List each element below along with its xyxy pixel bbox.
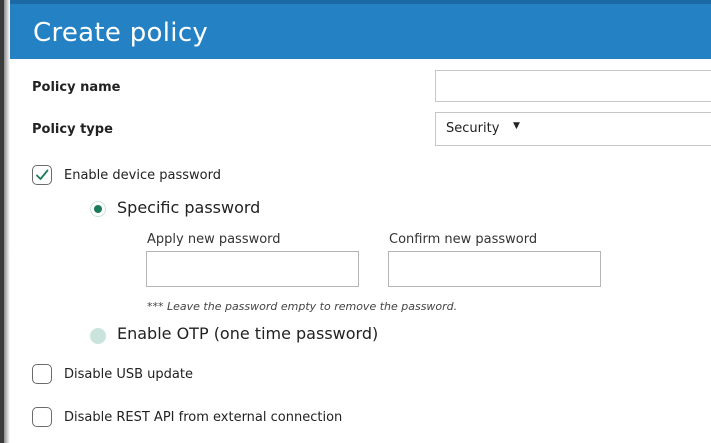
- confirm-password-input[interactable]: [388, 251, 601, 287]
- disable-rest-api-checkbox[interactable]: [32, 407, 52, 427]
- policy-type-select[interactable]: Security ▼: [435, 112, 711, 146]
- disable-usb-update-label: Disable USB update: [64, 367, 193, 382]
- check-icon: [36, 169, 49, 180]
- dialog-title-bar: Create policy: [10, 0, 711, 59]
- policy-type-label: Policy type: [32, 122, 113, 137]
- password-note: *** Leave the password empty to remove t…: [147, 300, 458, 313]
- enable-device-password-label: Enable device password: [64, 168, 221, 183]
- policy-type-selected-value: Security: [446, 121, 500, 136]
- disable-rest-api-label: Disable REST API from external connectio…: [64, 410, 343, 425]
- apply-password-label: Apply new password: [147, 232, 281, 247]
- policy-name-input[interactable]: [435, 70, 711, 102]
- enable-otp-radio[interactable]: [90, 328, 106, 344]
- specific-password-radio[interactable]: [90, 201, 106, 217]
- enable-otp-label: Enable OTP (one time password): [117, 324, 379, 343]
- caret-down-icon: ▼: [513, 121, 520, 131]
- dialog-title: Create policy: [33, 18, 209, 48]
- apply-password-input[interactable]: [146, 251, 359, 287]
- confirm-password-label: Confirm new password: [389, 232, 538, 247]
- policy-name-label: Policy name: [32, 80, 121, 95]
- create-policy-dialog: Create policy Policy name Policy type Se…: [10, 0, 711, 443]
- disable-usb-update-checkbox[interactable]: [32, 364, 52, 384]
- specific-password-label: Specific password: [117, 198, 261, 217]
- enable-device-password-checkbox[interactable]: [32, 165, 52, 185]
- background-window-edge: [0, 0, 10, 443]
